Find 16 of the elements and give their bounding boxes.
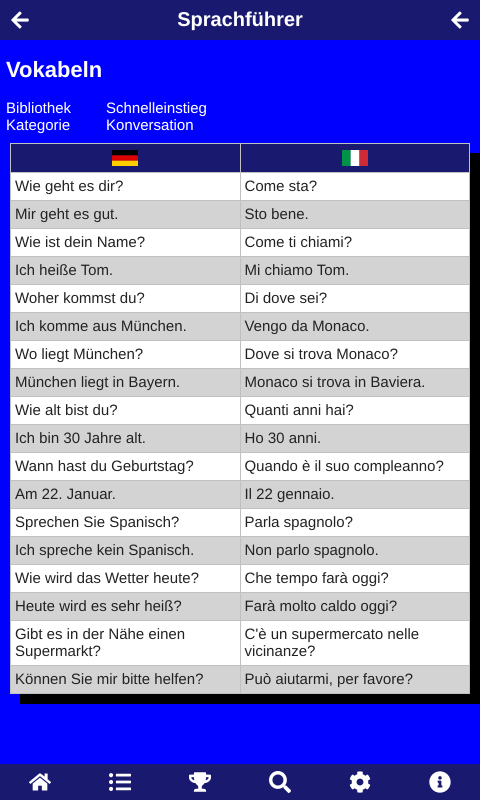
italian-flag-icon xyxy=(342,150,368,166)
list-icon[interactable] xyxy=(109,771,131,793)
search-icon[interactable] xyxy=(269,771,291,793)
page-heading: Vokabeln xyxy=(6,56,104,84)
german-flag-icon xyxy=(112,150,138,166)
table-cell: Può aiutarmi, per favore? xyxy=(240,666,470,694)
info-label: Bibliothek xyxy=(6,100,72,117)
info-value: Konversation xyxy=(106,117,195,134)
info-icon[interactable] xyxy=(429,771,451,793)
home-icon[interactable] xyxy=(29,771,51,793)
trophy-icon[interactable] xyxy=(189,771,211,793)
table-cell: Können Sie mir bitte helfen? xyxy=(10,666,240,694)
app-title: Sprachführer xyxy=(177,8,303,33)
settings-icon[interactable] xyxy=(349,771,371,793)
info-label: Kategorie xyxy=(6,117,72,134)
info-value: Schnelleinstieg xyxy=(106,100,207,117)
